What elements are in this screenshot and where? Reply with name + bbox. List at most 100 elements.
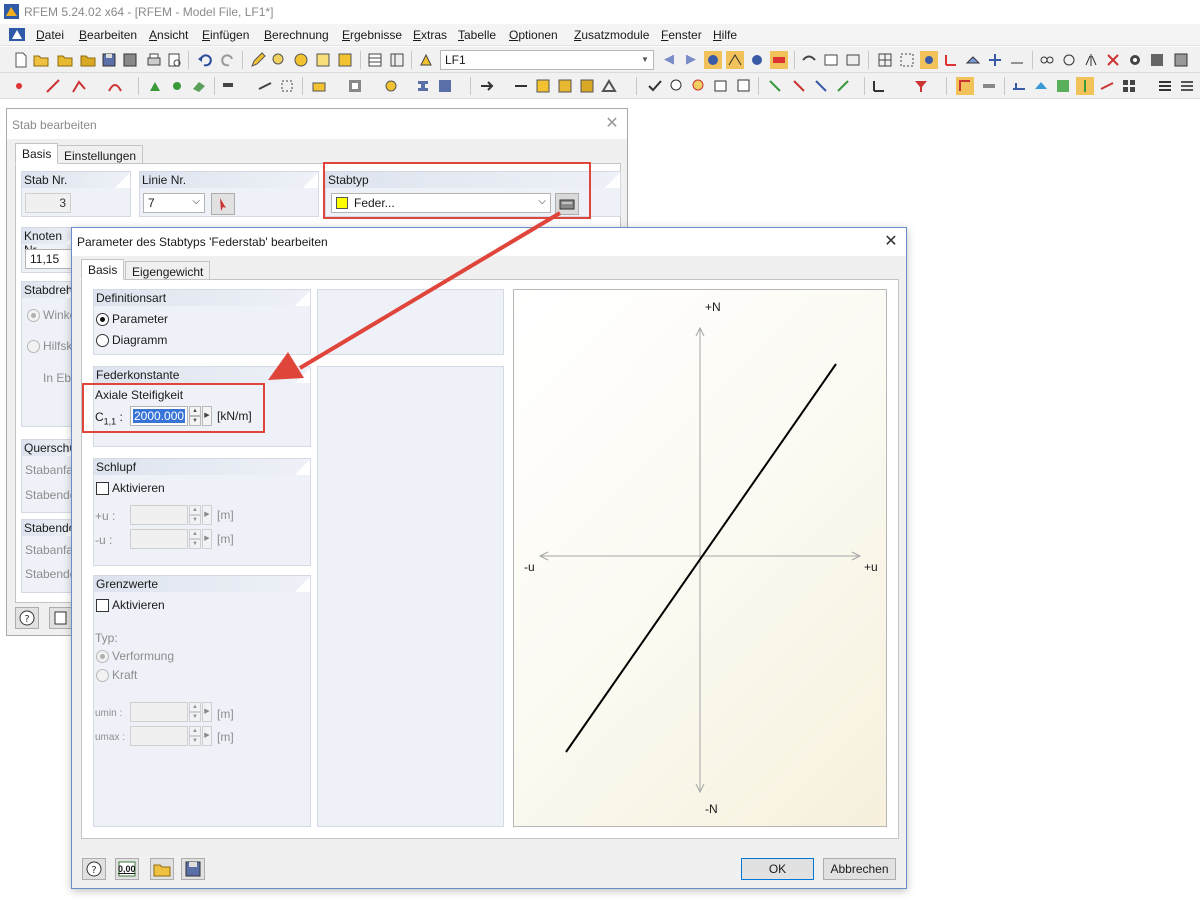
schlupf-aktivieren-checkbox[interactable]	[96, 482, 109, 495]
next-loadcase-icon[interactable]: ▶	[686, 51, 696, 67]
zoom-icon[interactable]	[270, 51, 288, 69]
stab-dialog-close-icon[interactable]: ✕	[601, 113, 623, 135]
save-as-icon[interactable]	[121, 51, 139, 69]
solid-view-icon[interactable]	[980, 77, 998, 95]
federstab-help-button[interactable]: ?	[82, 858, 106, 880]
new-opening-icon[interactable]	[346, 77, 364, 95]
parameter-radio[interactable]	[96, 313, 109, 326]
verformung-radio[interactable]	[96, 650, 109, 663]
cancel-button[interactable]: Abbrechen	[823, 858, 896, 880]
view-z-icon[interactable]	[812, 77, 830, 95]
zoom-selection-icon[interactable]	[314, 51, 332, 69]
node-generator-icon[interactable]	[534, 77, 552, 95]
winkel-radio[interactable]	[27, 309, 40, 322]
menu-datei[interactable]: Datei	[36, 28, 64, 42]
layout-icon[interactable]	[1120, 77, 1138, 95]
view-x-icon[interactable]	[766, 77, 784, 95]
new-file-icon[interactable]	[12, 51, 30, 69]
new-surface-icon[interactable]	[190, 77, 208, 95]
open-folder-icon[interactable]	[32, 51, 50, 69]
member-set-icon[interactable]	[278, 77, 296, 95]
menu-ergebnisse[interactable]: Ergebnisse	[342, 28, 402, 42]
loadcase-select[interactable]: LF1 ▼	[440, 50, 654, 70]
menu-fenster[interactable]: Fenster	[661, 28, 702, 42]
frame-generator-icon[interactable]	[578, 77, 596, 95]
delete-icon[interactable]	[1104, 51, 1122, 69]
units-decimals-button[interactable]: 0,00	[115, 858, 139, 880]
zoom-all-icon[interactable]	[336, 51, 354, 69]
federstab-close-icon[interactable]: ✕	[880, 231, 902, 253]
stab-tab-basis[interactable]: Basis	[15, 143, 59, 164]
sections-icon[interactable]	[844, 51, 862, 69]
menu-hilfe[interactable]: Hilfe	[713, 28, 737, 42]
print-graphics-icon[interactable]	[1178, 77, 1196, 95]
open-model-icon[interactable]	[79, 51, 97, 69]
load-case-icon[interactable]	[417, 51, 435, 69]
guide-lines-icon[interactable]	[986, 51, 1004, 69]
save-library-button[interactable]	[181, 858, 205, 880]
new-cross-section-icon[interactable]	[414, 77, 432, 95]
table-icon[interactable]	[366, 51, 384, 69]
umin-input[interactable]	[130, 702, 188, 722]
deformation-icon[interactable]	[822, 51, 840, 69]
menu-extras[interactable]: Extras	[413, 28, 447, 42]
redo-icon[interactable]	[219, 51, 237, 69]
menu-lines-icon[interactable]	[1156, 77, 1174, 95]
edit-pencil-icon[interactable]	[249, 51, 267, 69]
view-iso-icon[interactable]	[712, 77, 730, 95]
grenzwerte-aktivieren-checkbox[interactable]	[96, 599, 109, 612]
pick-line-button[interactable]	[211, 193, 235, 215]
view-3d-icon[interactable]	[734, 77, 752, 95]
new-solid-icon[interactable]	[310, 77, 328, 95]
print-icon[interactable]	[145, 51, 163, 69]
snap-objects-icon[interactable]	[920, 51, 938, 69]
menu-optionen[interactable]: Optionen	[509, 28, 558, 42]
line-results-icon[interactable]	[1098, 77, 1116, 95]
menu-ansicht[interactable]: Ansicht	[149, 28, 188, 42]
document-icon[interactable]	[8, 27, 26, 42]
save-icon[interactable]	[100, 51, 118, 69]
wireframe-icon[interactable]	[956, 77, 974, 95]
grid-generator-icon[interactable]	[556, 77, 574, 95]
new-polyline-icon[interactable]	[70, 77, 88, 95]
schlupf-plus-u-input[interactable]	[130, 505, 188, 525]
previous-loadcase-icon[interactable]: ◀	[664, 51, 674, 67]
new-member-icon[interactable]	[220, 77, 238, 95]
print-preview-icon[interactable]	[165, 51, 183, 69]
undo-icon[interactable]	[196, 51, 214, 69]
support-reactions-icon[interactable]	[1076, 77, 1094, 95]
umin-menu-button[interactable]: ▶	[202, 702, 212, 722]
grid-icon[interactable]	[876, 51, 894, 69]
zoom-window-icon[interactable]	[292, 51, 310, 69]
filter-icon[interactable]	[912, 77, 930, 95]
menu-bearbeiten[interactable]: Bearbeiten	[79, 28, 137, 42]
new-material-icon[interactable]	[436, 77, 454, 95]
knoten-field[interactable]: 11,15	[25, 249, 75, 269]
open-library-button[interactable]	[150, 858, 174, 880]
dimension-icon[interactable]	[1008, 51, 1026, 69]
diagramm-radio[interactable]	[96, 334, 109, 347]
new-node-icon[interactable]	[10, 77, 28, 95]
animation-icon[interactable]	[800, 51, 818, 69]
work-plane-icon[interactable]	[964, 51, 982, 69]
check-model-icon[interactable]	[646, 77, 664, 95]
open-template-icon[interactable]	[56, 51, 74, 69]
view-search-icon[interactable]	[690, 77, 708, 95]
view-zoom-icon[interactable]	[668, 77, 686, 95]
display-options-icon[interactable]	[1172, 51, 1190, 69]
result-view-icon[interactable]	[748, 51, 766, 69]
menu-zusatzmodule[interactable]: Zusatzmodule	[574, 28, 649, 42]
new-line-icon[interactable]	[44, 77, 62, 95]
result-labels-icon[interactable]	[770, 51, 788, 69]
coordinate-system-icon[interactable]	[942, 51, 960, 69]
umin-spinner[interactable]: ▲ ▼	[189, 702, 201, 722]
surface-results-icon[interactable]	[1032, 77, 1050, 95]
stab-tab-einstellungen[interactable]: Einstellungen	[57, 145, 144, 164]
new-arc-icon[interactable]	[106, 77, 124, 95]
hilfsknoten-radio[interactable]	[27, 340, 40, 353]
copy-move-icon[interactable]	[478, 77, 496, 95]
federstab-tab-eigengewicht[interactable]: Eigengewicht	[125, 261, 211, 280]
kraft-radio[interactable]	[96, 669, 109, 682]
schlupf-minus-u-menu-button[interactable]: ▶	[202, 529, 212, 549]
stab-edit-button[interactable]	[49, 607, 73, 629]
